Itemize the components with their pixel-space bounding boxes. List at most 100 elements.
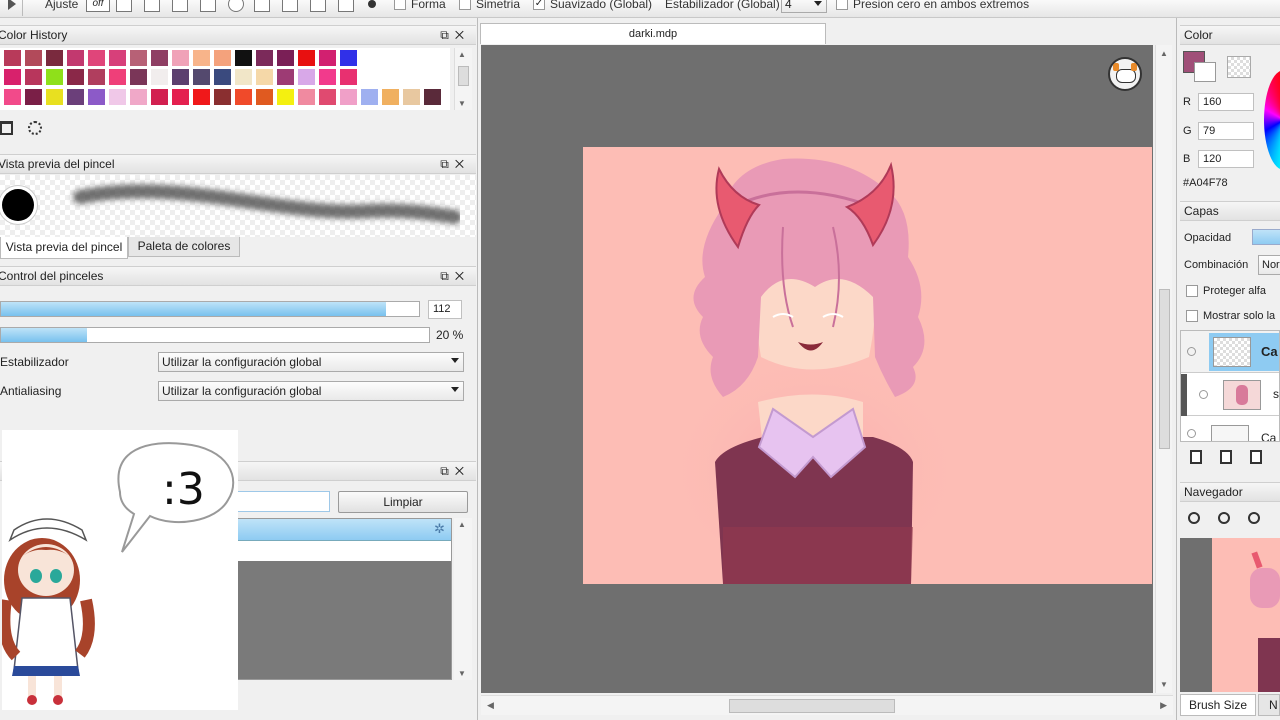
color-swatch[interactable] — [382, 89, 399, 105]
color-swatch[interactable] — [235, 89, 252, 105]
color-swatch[interactable] — [319, 50, 336, 66]
presion-checkbox[interactable] — [836, 0, 848, 10]
color-swatch[interactable] — [214, 50, 231, 66]
show-only-checkbox[interactable] — [1186, 310, 1198, 322]
trash-icon[interactable] — [0, 121, 13, 135]
color-swatch[interactable] — [403, 89, 420, 105]
color-swatch[interactable] — [298, 89, 315, 105]
brush-size-field[interactable]: 112 — [428, 300, 462, 319]
eye-icon[interactable] — [1187, 347, 1196, 356]
tab-brush-preview[interactable]: Vista previa del pincel — [0, 237, 128, 259]
copy-layer-icon[interactable] — [1250, 450, 1262, 464]
swatch-scrollbar[interactable]: ▲ ▼ — [454, 48, 472, 110]
panel-controls[interactable]: ⧉✕ — [440, 155, 470, 174]
new-layer-folder-icon[interactable] — [1220, 450, 1232, 464]
grid3-icon[interactable] — [310, 0, 326, 12]
color-swatch[interactable] — [4, 50, 21, 66]
color-swatch[interactable] — [88, 69, 105, 85]
dot-icon[interactable] — [368, 0, 376, 8]
tab-next[interactable]: N — [1258, 694, 1280, 716]
color-swatch[interactable] — [298, 50, 315, 66]
color-swatch[interactable] — [319, 69, 336, 85]
color-swatch[interactable] — [109, 89, 126, 105]
new-layer-icon[interactable] — [1190, 450, 1202, 464]
color-swatch[interactable] — [214, 69, 231, 85]
canvas-tab[interactable]: darki.mdp — [480, 23, 826, 44]
color-swatch[interactable] — [151, 89, 168, 105]
color-swatch[interactable] — [340, 50, 357, 66]
protect-alpha-checkbox[interactable] — [1186, 285, 1198, 297]
color-swatch[interactable] — [172, 50, 189, 66]
color-swatch[interactable] — [235, 50, 252, 66]
color-swatch[interactable] — [193, 50, 210, 66]
color-swatch[interactable] — [109, 50, 126, 66]
color-swatch[interactable] — [277, 50, 294, 66]
color-swatch[interactable] — [256, 89, 273, 105]
cross-icon[interactable] — [172, 0, 188, 12]
color-swatch[interactable] — [130, 89, 147, 105]
color-swatch[interactable] — [256, 69, 273, 85]
eye-icon[interactable] — [1199, 390, 1208, 399]
g-field[interactable]: 79 — [1198, 122, 1254, 140]
brush-opacity-slider[interactable] — [0, 327, 430, 343]
layer-row-active[interactable]: Ca — [1181, 331, 1279, 373]
gear-icon[interactable]: ✲ — [434, 521, 445, 537]
r-field[interactable]: 160 — [1198, 93, 1254, 111]
curve-icon[interactable] — [254, 0, 270, 12]
canvas-hscrollbar[interactable]: ◀ ▶ — [481, 695, 1173, 715]
estabilizador-select[interactable]: 4 — [781, 0, 827, 13]
tab-brush-size[interactable]: Brush Size — [1180, 694, 1256, 716]
navigator-preview[interactable] — [1180, 538, 1280, 692]
diagonal-icon[interactable] — [200, 0, 216, 12]
play-icon[interactable] — [8, 0, 16, 10]
color-swatch[interactable] — [25, 89, 42, 105]
ellipse-icon[interactable] — [228, 0, 244, 12]
panel-controls[interactable]: ⧉✕ — [440, 462, 470, 481]
transparent-color-swatch[interactable] — [1227, 56, 1251, 78]
color-swatch[interactable] — [193, 69, 210, 85]
color-swatch[interactable] — [25, 50, 42, 66]
clear-button[interactable]: Limpiar — [338, 491, 468, 513]
tab-color-palette[interactable]: Paleta de colores — [128, 237, 240, 257]
color-swatch[interactable] — [109, 69, 126, 85]
color-swatch[interactable] — [46, 50, 63, 66]
color-swatch[interactable] — [277, 89, 294, 105]
material-list-row[interactable] — [237, 541, 451, 561]
brush-size-slider[interactable] — [0, 301, 420, 317]
material-list-header[interactable] — [237, 519, 451, 541]
color-swatch[interactable] — [4, 69, 21, 85]
material-scrollbar[interactable]: ▲ ▼ — [454, 518, 472, 680]
zoom-in-icon[interactable] — [1188, 512, 1200, 524]
blend-select[interactable]: Nor — [1258, 255, 1280, 275]
color-swatch[interactable] — [214, 89, 231, 105]
color-swatch[interactable] — [46, 69, 63, 85]
color-swatch[interactable] — [172, 69, 189, 85]
forma-checkbox[interactable] — [394, 0, 406, 10]
antialiasing-dropdown[interactable]: Utilizar la configuración global — [158, 381, 464, 401]
grid2-icon[interactable] — [282, 0, 298, 12]
simetria-checkbox[interactable] — [459, 0, 471, 10]
color-swatch[interactable] — [67, 50, 84, 66]
color-swatch[interactable] — [151, 50, 168, 66]
panel-controls[interactable]: ⧉✕ — [440, 26, 470, 45]
color-swatch[interactable] — [88, 89, 105, 105]
layer-row[interactable]: sl — [1181, 374, 1279, 416]
opacity-slider[interactable] — [1252, 229, 1280, 245]
color-swatch[interactable] — [340, 89, 357, 105]
color-swatch[interactable] — [46, 89, 63, 105]
color-swatch[interactable] — [256, 50, 273, 66]
zoom-fit-icon[interactable] — [1248, 512, 1260, 524]
color-swatch[interactable] — [172, 89, 189, 105]
material-search-input[interactable] — [236, 491, 330, 512]
estabilizador-dropdown[interactable]: Utilizar la configuración global — [158, 352, 464, 372]
settings-dots-icon[interactable] — [28, 121, 42, 135]
color-swatch[interactable] — [298, 69, 315, 85]
secondary-color-swatch[interactable] — [1194, 62, 1216, 82]
color-swatch[interactable] — [319, 89, 336, 105]
color-swatch[interactable] — [424, 89, 441, 105]
lines-icon[interactable] — [116, 0, 132, 12]
b-field[interactable]: 120 — [1198, 150, 1254, 168]
panel-controls[interactable]: ⧉✕ — [440, 267, 470, 286]
layer-row[interactable]: Ca — [1181, 417, 1279, 441]
color-swatch[interactable] — [235, 69, 252, 85]
